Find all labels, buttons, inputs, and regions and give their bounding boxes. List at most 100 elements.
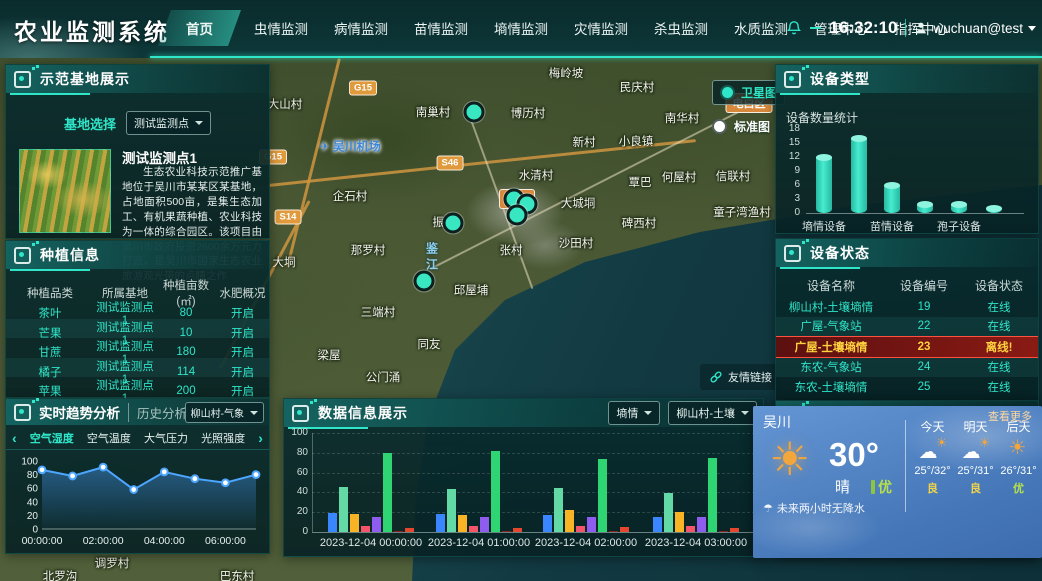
bar-green[interactable] — [708, 458, 717, 532]
nav-tab[interactable]: 墒情监测 — [481, 11, 561, 45]
bar-pink[interactable] — [576, 526, 585, 532]
bar-darkred[interactable] — [394, 531, 403, 532]
table-cell: 甘蔗 — [6, 344, 94, 360]
bar-darkred[interactable] — [719, 531, 728, 532]
map-place-label: 调罗村 — [95, 555, 130, 571]
weather-tip: ☂ 未来两小时无降水 — [763, 500, 865, 516]
bar-green[interactable] — [598, 459, 607, 532]
bar-mint[interactable] — [447, 489, 456, 532]
bar-mint[interactable] — [554, 488, 563, 532]
user-menu[interactable]: wuchuan@test — [914, 21, 1036, 36]
bar-blue[interactable] — [653, 517, 662, 532]
map-place-label: 邱屋埔 — [454, 282, 489, 298]
cylinder-bar[interactable] — [951, 204, 967, 213]
bar-orange_red[interactable] — [730, 528, 739, 532]
road-badge: S14 — [275, 210, 302, 225]
device-row[interactable]: 柳山村-土壤墒情19在线 — [776, 297, 1038, 317]
airport-label: ✈ 吴川机场 — [319, 138, 380, 155]
table-header-row: 设备名称设备编号设备状态 — [776, 273, 1038, 297]
table-cell: 114 — [156, 366, 216, 378]
cylinder-bar[interactable] — [816, 157, 832, 213]
bell-icon[interactable] — [786, 20, 802, 36]
bar-blue[interactable] — [543, 515, 552, 532]
bar-purple[interactable] — [372, 517, 381, 532]
bar-group — [328, 453, 414, 532]
bar-yellow[interactable] — [458, 515, 467, 532]
table-row[interactable]: 苹果测试监测点1200开启 — [6, 377, 269, 397]
bar-yellow[interactable] — [675, 512, 684, 532]
chevron-down-icon — [741, 411, 749, 415]
history-analysis-link[interactable]: 历史分析 — [128, 403, 187, 422]
bar-purple[interactable] — [587, 517, 596, 532]
column-header: 设备编号 — [886, 277, 962, 294]
base-select[interactable]: 测试监测点 — [126, 111, 211, 135]
bar-group — [543, 459, 629, 532]
nav-tab[interactable]: 杀虫监测 — [641, 11, 721, 45]
cylinder-bar[interactable] — [917, 204, 933, 213]
trend-tab[interactable]: 空气温度 — [87, 430, 131, 446]
trend-tab[interactable]: 空气湿度 — [30, 430, 74, 446]
device-row[interactable]: 广屋-气象站22在线 — [776, 317, 1038, 337]
nav-tab[interactable]: 病情监测 — [321, 11, 401, 45]
bar-purple[interactable] — [480, 517, 489, 532]
y-tick: 80 — [27, 470, 39, 481]
site-marker[interactable] — [464, 102, 485, 123]
road-badge: G15 — [349, 81, 377, 96]
table-row[interactable]: 甘蔗测试监测点1180开启 — [6, 338, 269, 358]
nav-tab[interactable]: 首页 — [158, 10, 241, 46]
device-row[interactable]: 东农-土壤墒情25在线 — [776, 377, 1038, 397]
nav-tab[interactable]: 虫情监测 — [241, 11, 321, 45]
device-row[interactable]: 广屋-土壤墒情23离线! — [776, 336, 1038, 358]
map-place-label: 新村 — [573, 134, 596, 150]
table-cell: 开启 — [216, 383, 269, 399]
bar-orange_red[interactable] — [620, 527, 629, 532]
bar-pink[interactable] — [361, 526, 370, 532]
site-marker[interactable] — [443, 213, 464, 234]
trend-tab[interactable]: 大气压力 — [144, 430, 188, 446]
bar-darkred[interactable] — [609, 531, 618, 532]
bar-mint[interactable] — [339, 487, 348, 532]
bar-orange_red[interactable] — [405, 528, 414, 532]
bar-blue[interactable] — [328, 513, 337, 532]
site-marker[interactable] — [507, 205, 528, 226]
bar-blue[interactable] — [436, 514, 445, 532]
bar-pink[interactable] — [686, 526, 695, 532]
bar-darkred[interactable] — [502, 531, 511, 532]
chevron-right-icon[interactable]: › — [258, 431, 263, 445]
bar-yellow[interactable] — [350, 514, 359, 532]
y-tick: 0 — [778, 207, 800, 218]
nav-tab[interactable]: 苗情监测 — [401, 11, 481, 45]
nav-tab[interactable]: 灾情监测 — [561, 11, 641, 45]
bar-yellow[interactable] — [565, 510, 574, 532]
base-select-row: 基地选择 测试监测点 — [6, 111, 269, 135]
bar-pink[interactable] — [469, 526, 478, 532]
bar-orange_red[interactable] — [513, 528, 522, 532]
cylinder-bar[interactable] — [884, 185, 900, 213]
table-row[interactable]: 橘子测试监测点1114开启 — [6, 358, 269, 378]
header-underline — [10, 93, 90, 95]
bar-green[interactable] — [491, 451, 500, 532]
bar-purple[interactable] — [697, 517, 706, 532]
x-category-label: 孢子设备 — [937, 218, 981, 234]
table-row[interactable]: 茶叶测试监测点180开启 — [6, 299, 269, 319]
sunny-icon: ☀ — [1003, 438, 1035, 462]
panel-bullet-icon — [784, 245, 801, 262]
map-place-label: 张村 — [500, 242, 523, 258]
cylinder-bar[interactable] — [851, 138, 867, 213]
table-row[interactable]: 芒果测试监测点110开启 — [6, 319, 269, 339]
trend-tab[interactable]: 光照强度 — [201, 430, 245, 446]
link-icon — [709, 370, 723, 384]
station-select[interactable]: 柳山村-气象 — [185, 402, 264, 423]
device-row[interactable]: 东农-气象站24在线 — [776, 358, 1038, 378]
y-tick: 15 — [778, 137, 800, 148]
site-marker[interactable] — [414, 271, 435, 292]
forecast-temps: 26°/31° — [1000, 465, 1036, 477]
bar-green[interactable] — [383, 453, 392, 532]
friendly-links-button[interactable]: 友情链接 — [700, 364, 781, 390]
table-cell: 开启 — [216, 305, 269, 321]
bar-mint[interactable] — [664, 493, 673, 532]
device-select[interactable]: 柳山村-土壤 — [668, 401, 757, 425]
chevron-left-icon[interactable]: ‹ — [12, 431, 17, 445]
collapse-dash-icon[interactable] — [810, 27, 821, 29]
metric-select[interactable]: 墒情 — [608, 401, 660, 425]
